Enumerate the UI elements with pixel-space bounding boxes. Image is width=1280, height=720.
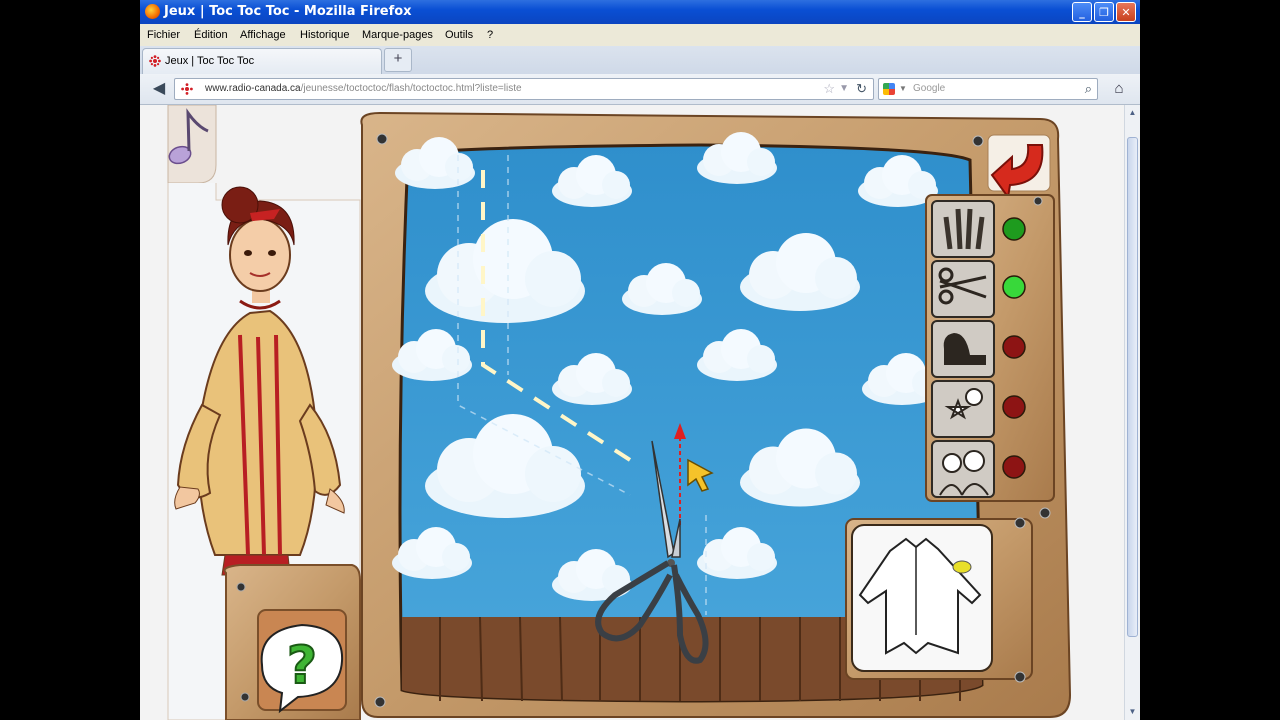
title-bar: Jeux | Toc Toc Toc - Mozilla Firefox _ ❐… (140, 0, 1140, 24)
url-text: www.radio-canada.ca/jeunesse/toctoctoc/f… (205, 79, 522, 99)
bookmark-star-icon[interactable]: ☆ (823, 79, 835, 99)
url-domain: www.radio-canada.ca (205, 83, 301, 94)
menu-edition[interactable]: Édition (194, 24, 228, 46)
navigation-bar: ◀ www.radio-canada.ca/jeunesse/toctoctoc… (140, 74, 1140, 105)
home-icon[interactable]: ⌂ (1106, 78, 1132, 100)
search-bar[interactable]: ▼ Google ⌕ (878, 78, 1098, 100)
new-tab-button[interactable]: + (384, 48, 412, 72)
menu-affichage[interactable]: Affichage (240, 24, 286, 46)
minimize-button[interactable]: _ (1072, 2, 1092, 22)
firefox-icon (145, 4, 160, 19)
close-button[interactable]: ✕ (1116, 2, 1136, 22)
status-light-sewing (1002, 335, 1026, 359)
tab-bar: Jeux | Toc Toc Toc + (140, 46, 1140, 75)
menu-marque-pages[interactable]: Marque-pages (362, 24, 433, 46)
tab-jeux[interactable]: Jeux | Toc Toc Toc (142, 48, 382, 74)
page-content: ? (140, 105, 1124, 720)
window-title: Jeux | Toc Toc Toc - Mozilla Firefox (164, 4, 412, 19)
menu-outils[interactable]: Outils (445, 24, 473, 46)
search-placeholder: Google (913, 83, 946, 94)
menu-fichier[interactable]: Fichier (147, 24, 180, 46)
search-icon[interactable]: ⌕ (1085, 79, 1092, 99)
menu-historique[interactable]: Historique (300, 24, 350, 46)
google-engine-icon[interactable] (883, 83, 895, 95)
menu-bar: Fichier Édition Affichage Historique Mar… (140, 24, 1140, 46)
status-light-scissors (1002, 275, 1026, 299)
address-bar[interactable]: www.radio-canada.ca/jeunesse/toctoctoc/f… (174, 78, 874, 100)
help-label: ? (287, 636, 317, 696)
status-light-characters (1002, 455, 1026, 479)
game-canvas: ? (140, 105, 1124, 720)
vertical-scrollbar[interactable]: ▲ ▼ (1124, 105, 1140, 720)
status-light-pencils (1002, 217, 1026, 241)
scroll-down-icon[interactable]: ▼ (1125, 704, 1140, 720)
status-light-decorations (1002, 395, 1026, 419)
maximize-button[interactable]: ❐ (1094, 2, 1114, 22)
site-identity-icon[interactable] (181, 83, 193, 95)
back-arrow-button[interactable] (987, 134, 1051, 200)
url-path: /jeunesse/toctoctoc/flash/toctoctoc.html… (300, 83, 522, 94)
back-arrow-icon[interactable]: ◀ (148, 78, 170, 100)
reload-icon[interactable]: ↻ (856, 79, 867, 99)
cbc-favicon-icon (149, 55, 161, 67)
scroll-thumb[interactable] (1127, 137, 1138, 637)
scroll-up-icon[interactable]: ▲ (1125, 105, 1140, 121)
menu-help[interactable]: ? (487, 24, 493, 46)
tab-label: Jeux | Toc Toc Toc (165, 55, 255, 67)
browser-window: Jeux | Toc Toc Toc - Mozilla Firefox _ ❐… (140, 0, 1140, 720)
engine-dropdown-icon[interactable]: ▼ (899, 79, 907, 99)
history-dropdown-icon[interactable]: ▼ (839, 79, 849, 99)
